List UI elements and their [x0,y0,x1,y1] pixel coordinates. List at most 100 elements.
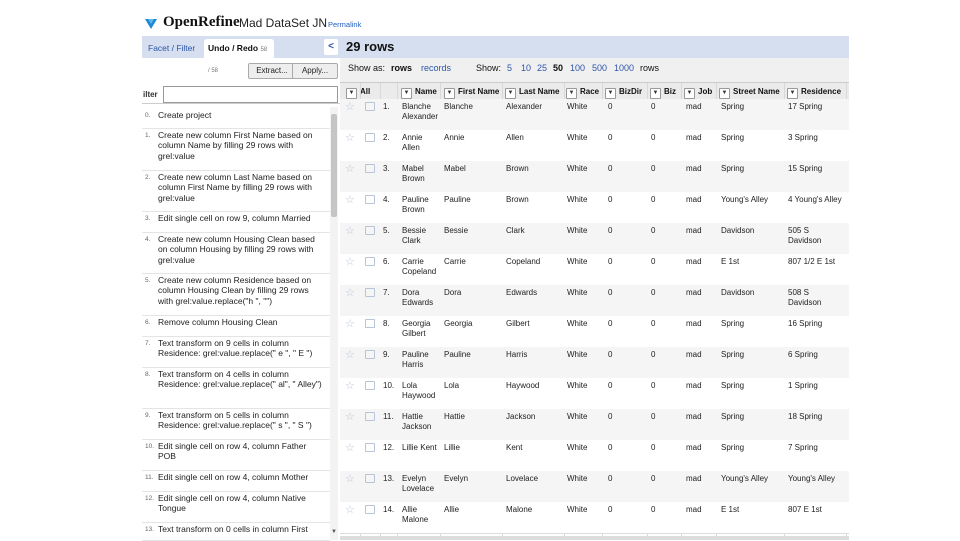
flag-icon[interactable] [365,350,375,359]
cell-job[interactable]: mad [686,133,716,143]
cell-last-name[interactable]: Brown [506,164,564,174]
flag-icon[interactable] [365,474,375,483]
flag-icon[interactable] [365,505,375,514]
cell-job[interactable]: mad [686,505,716,515]
dropdown-arrow-icon[interactable]: ▼ [719,88,730,99]
cell-race[interactable]: White [567,226,601,236]
scroll-down-arrow-icon[interactable]: ▼ [331,529,337,535]
cell-first-name[interactable]: Dora [444,288,502,298]
dropdown-arrow-icon[interactable]: ▼ [444,88,455,99]
cell-name[interactable]: Hattie Jackson [402,412,442,432]
cell-job[interactable]: mad [686,164,716,174]
cell-residence[interactable]: 18 Spring [788,412,844,422]
cell-street-name[interactable]: Young's Alley [721,474,783,484]
star-icon[interactable]: ☆ [345,474,355,485]
page-size-option[interactable]: 25 [537,63,547,73]
cell-job[interactable]: mad [686,226,716,236]
page-size-option[interactable]: 5 [507,63,512,73]
history-item[interactable]: 8. Text transform on 4 cells in column Re… [142,367,330,409]
tab-undo-redo[interactable]: Undo / Redo 58 / 58 [204,39,274,74]
star-icon[interactable]: ☆ [345,443,355,454]
dropdown-arrow-icon[interactable]: ▼ [401,88,412,99]
flag-icon[interactable] [365,195,375,204]
cell-race[interactable]: White [567,288,601,298]
column-header[interactable]: ▼ BizDir [605,86,642,99]
cell-job[interactable]: mad [686,257,716,267]
column-header[interactable]: ▼ Race [566,86,599,99]
cell-name[interactable]: Evelyn Lovelace [402,474,442,494]
page-size-option[interactable]: 50 [553,63,563,73]
history-item[interactable]: 2. Create new column Last Name based on c… [142,170,330,212]
cell-first-name[interactable]: Lola [444,381,502,391]
cell-last-name[interactable]: Malone [506,505,564,515]
cell-street-name[interactable]: Spring [721,102,783,112]
cell-residence[interactable]: 1 Spring [788,381,844,391]
cell-biz[interactable]: 0 [651,350,679,360]
star-icon[interactable]: ☆ [345,412,355,423]
cell-residence[interactable]: 807 1/2 E 1st [788,257,844,267]
cell-biz[interactable]: 0 [651,505,679,515]
cell-street-name[interactable]: Davidson [721,226,783,236]
cell-race[interactable]: White [567,164,601,174]
cell-street-name[interactable]: E 1st [721,505,783,515]
flag-icon[interactable] [365,102,375,111]
cell-job[interactable]: mad [686,195,716,205]
cell-bizdir[interactable]: 0 [608,257,646,267]
page-size-option[interactable]: 100 [570,63,585,73]
cell-residence[interactable]: 505 S Davidson [788,226,844,246]
cell-race[interactable]: White [567,505,601,515]
column-header[interactable]: ▼ Biz [650,86,676,99]
cell-name[interactable]: Lola Haywood [402,381,442,401]
cell-first-name[interactable]: Evelyn [444,474,502,484]
cell-bizdir[interactable]: 0 [608,381,646,391]
project-name[interactable]: Mad DataSet JN [239,16,327,30]
flag-icon[interactable] [365,288,375,297]
cell-job[interactable]: mad [686,412,716,422]
star-icon[interactable]: ☆ [345,381,355,392]
star-icon[interactable]: ☆ [345,226,355,237]
cell-last-name[interactable]: Lovelace [506,474,564,484]
history-item[interactable]: 4. Create new column Housing Clean based … [142,232,330,274]
cell-street-name[interactable]: Spring [721,319,783,329]
flag-icon[interactable] [365,133,375,142]
cell-bizdir[interactable]: 0 [608,195,646,205]
cell-race[interactable]: White [567,195,601,205]
flag-icon[interactable] [365,381,375,390]
cell-bizdir[interactable]: 0 [608,474,646,484]
dropdown-arrow-icon[interactable]: ▼ [346,88,357,99]
cell-name[interactable]: Lillie Kent [402,443,442,453]
dropdown-arrow-icon[interactable]: ▼ [605,88,616,99]
flag-icon[interactable] [365,319,375,328]
cell-name[interactable]: Annie Allen [402,133,442,153]
cell-name[interactable]: Dora Edwards [402,288,442,308]
cell-residence[interactable]: Young's Alley [788,474,844,484]
cell-name[interactable]: Carrie Copeland [402,257,442,277]
cell-first-name[interactable]: Bessie [444,226,502,236]
history-filter-input[interactable] [163,86,338,103]
cell-job[interactable]: mad [686,288,716,298]
cell-biz[interactable]: 0 [651,443,679,453]
flag-icon[interactable] [365,226,375,235]
cell-race[interactable]: White [567,257,601,267]
cell-bizdir[interactable]: 0 [608,443,646,453]
dropdown-arrow-icon[interactable]: ▼ [787,88,798,99]
cell-bizdir[interactable]: 0 [608,133,646,143]
history-item[interactable]: 9. Text transform on 5 cells in column Re… [142,408,330,440]
page-size-option[interactable]: 10 [521,63,531,73]
star-icon[interactable]: ☆ [345,102,355,113]
history-item[interactable]: 0. Create project [142,108,330,129]
cell-residence[interactable]: 6 Spring [788,350,844,360]
page-size-option[interactable]: 500 [592,63,607,73]
cell-job[interactable]: mad [686,350,716,360]
cell-first-name[interactable]: Lillie [444,443,502,453]
star-icon[interactable]: ☆ [345,350,355,361]
cell-first-name[interactable]: Annie [444,133,502,143]
cell-race[interactable]: White [567,443,601,453]
history-item[interactable]: 12. Edit single cell on row 4, column Nat… [142,491,330,523]
cell-race[interactable]: White [567,474,601,484]
column-header[interactable]: ▼ Residence [787,86,841,99]
star-icon[interactable]: ☆ [345,133,355,144]
cell-name[interactable]: Georgia Gilbert [402,319,442,339]
dropdown-arrow-icon[interactable]: ▼ [505,88,516,99]
cell-first-name[interactable]: Georgia [444,319,502,329]
